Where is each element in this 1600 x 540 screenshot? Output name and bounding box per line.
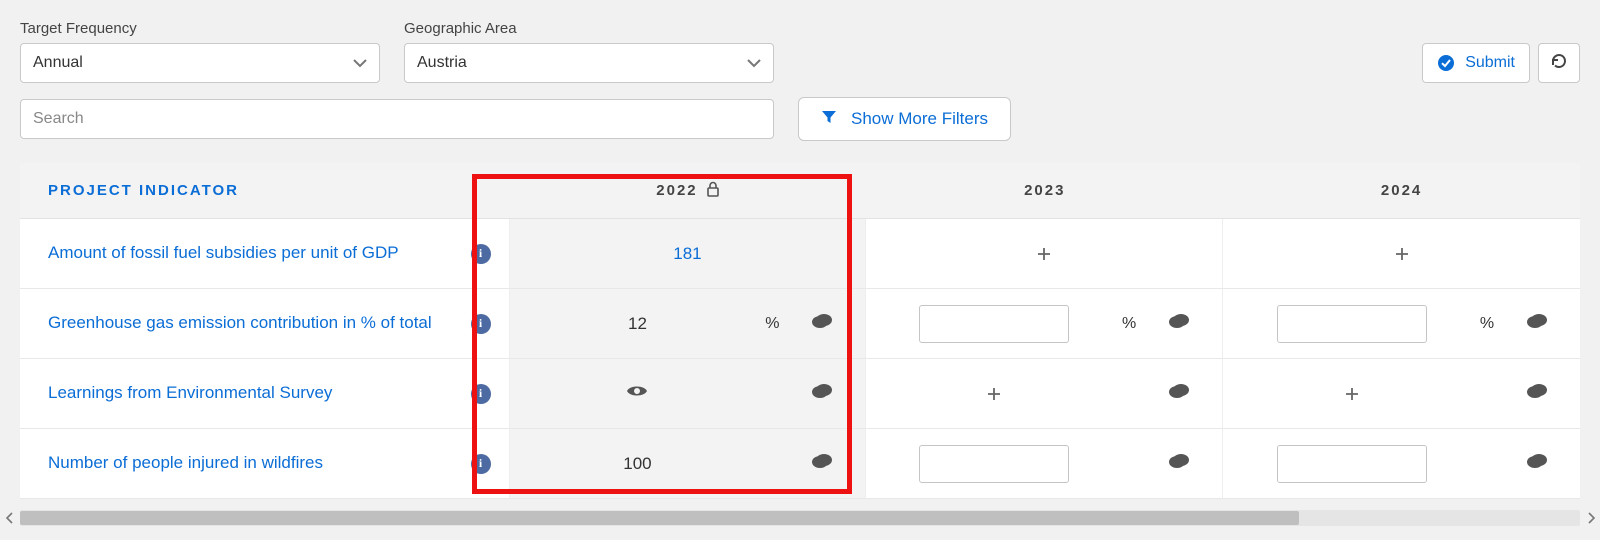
eye-icon[interactable]	[626, 383, 648, 404]
year-cell	[866, 219, 1223, 289]
cell-value: 12	[528, 314, 748, 334]
add-icon[interactable]	[1033, 243, 1055, 265]
submit-button[interactable]: Submit	[1422, 43, 1530, 83]
value-input[interactable]	[919, 305, 1069, 343]
indicator-link[interactable]: Number of people injured in wildfires	[48, 452, 323, 475]
refresh-button[interactable]	[1538, 43, 1580, 83]
year-cell: 12%	[510, 289, 867, 359]
scroll-right-icon[interactable]	[1582, 509, 1600, 527]
cell-value[interactable]: 181	[673, 244, 701, 264]
year-label: 2023	[1024, 182, 1065, 199]
info-icon[interactable]: i	[471, 314, 491, 334]
horizontal-scrollbar[interactable]	[0, 509, 1600, 527]
geographic-area-select[interactable]: Austria	[404, 43, 774, 83]
filter-icon	[821, 109, 837, 130]
target-frequency-select[interactable]: Annual	[20, 43, 380, 83]
comment-icon[interactable]	[811, 452, 833, 475]
value-input[interactable]	[919, 445, 1069, 483]
column-header-indicator[interactable]: PROJECT INDICATOR	[20, 163, 510, 219]
year-cell: %	[1223, 289, 1580, 359]
unit-label: %	[1104, 315, 1154, 333]
year-cell	[1223, 219, 1580, 289]
column-header-year-2024[interactable]: 2024	[1223, 163, 1580, 219]
scroll-left-icon[interactable]	[0, 509, 18, 527]
column-header-year-2022[interactable]: 2022	[510, 163, 867, 219]
add-icon[interactable]	[983, 383, 1005, 405]
table-row: Amount of fossil fuel subsidies per unit…	[20, 219, 1580, 289]
year-cell	[1223, 359, 1580, 429]
scroll-thumb[interactable]	[20, 511, 1299, 525]
info-icon[interactable]: i	[471, 384, 491, 404]
chevron-down-icon	[353, 58, 367, 68]
scroll-track[interactable]	[20, 510, 1580, 526]
comment-icon[interactable]	[1526, 452, 1548, 475]
indicator-link[interactable]: Learnings from Environmental Survey	[48, 382, 332, 405]
indicator-link[interactable]: Amount of fossil fuel subsidies per unit…	[48, 242, 399, 265]
column-header-year-2023[interactable]: 2023	[866, 163, 1223, 219]
lock-icon	[706, 181, 720, 201]
year-cell: %	[866, 289, 1223, 359]
add-icon[interactable]	[1341, 383, 1363, 405]
table-row: Greenhouse gas emission contribution in …	[20, 289, 1580, 359]
check-circle-icon	[1437, 54, 1455, 72]
refresh-icon	[1550, 52, 1568, 75]
year-cell	[866, 429, 1223, 499]
year-cell	[510, 359, 867, 429]
indicator-table: PROJECT INDICATOR 2022 2023	[20, 163, 1580, 499]
info-icon[interactable]: i	[471, 244, 491, 264]
unit-label: %	[747, 315, 797, 333]
value-input[interactable]	[1277, 445, 1427, 483]
comment-icon[interactable]	[1168, 312, 1190, 335]
search-input[interactable]	[20, 99, 774, 139]
submit-label: Submit	[1465, 54, 1515, 72]
comment-icon[interactable]	[1526, 382, 1548, 405]
comment-icon[interactable]	[1168, 382, 1190, 405]
year-label: 2024	[1381, 182, 1422, 199]
indicator-link[interactable]: Greenhouse gas emission contribution in …	[48, 312, 432, 335]
show-more-filters-button[interactable]: Show More Filters	[798, 97, 1011, 141]
value-input[interactable]	[1277, 305, 1427, 343]
geographic-area-value: Austria	[417, 54, 467, 72]
target-frequency-label: Target Frequency	[20, 20, 380, 37]
comment-icon[interactable]	[811, 312, 833, 335]
show-more-filters-label: Show More Filters	[851, 109, 988, 129]
year-cell: 100	[510, 429, 867, 499]
comment-icon[interactable]	[1168, 452, 1190, 475]
year-cell	[1223, 429, 1580, 499]
year-cell	[866, 359, 1223, 429]
year-label: 2022	[656, 182, 697, 199]
table-row: Number of people injured in wildfires i 10…	[20, 429, 1580, 499]
add-icon[interactable]	[1391, 243, 1413, 265]
column-header-indicator-label: PROJECT INDICATOR	[48, 182, 239, 199]
comment-icon[interactable]	[1526, 312, 1548, 335]
chevron-down-icon	[747, 58, 761, 68]
year-cell: 181	[510, 219, 867, 289]
geographic-area-label: Geographic Area	[404, 20, 774, 37]
table-row: Learnings from Environmental Survey i	[20, 359, 1580, 429]
info-icon[interactable]: i	[471, 454, 491, 474]
unit-label: %	[1462, 315, 1512, 333]
target-frequency-value: Annual	[33, 54, 83, 72]
cell-value: 100	[528, 454, 748, 474]
comment-icon[interactable]	[811, 382, 833, 405]
